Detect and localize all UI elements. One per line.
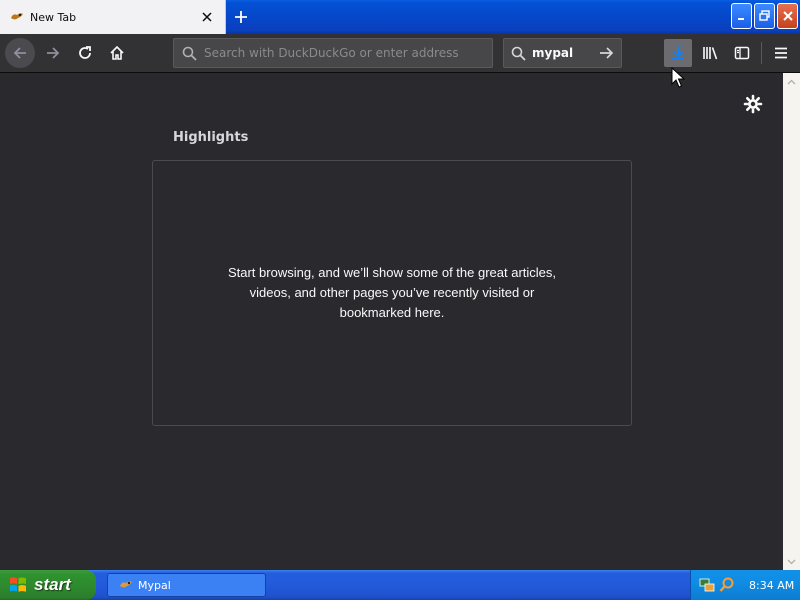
taskbar-item-mypal[interactable]: Mypal	[107, 573, 266, 597]
window-close-button[interactable]	[777, 3, 798, 29]
tab-new-tab[interactable]: New Tab	[0, 0, 226, 34]
vertical-scrollbar[interactable]	[783, 73, 800, 570]
new-tab-page: Highlights Start browsing, and we’ll sho…	[0, 73, 783, 570]
toolbar-separator	[761, 42, 762, 64]
downloads-button[interactable]	[664, 39, 692, 67]
clock[interactable]: 8:34 AM	[749, 579, 794, 592]
reload-button[interactable]	[70, 38, 100, 68]
search-icon	[174, 46, 204, 61]
download-icon	[672, 46, 684, 60]
back-button[interactable]	[5, 38, 35, 68]
tab-title: New Tab	[30, 10, 77, 24]
forward-button[interactable]	[38, 38, 68, 68]
address-bar[interactable]	[173, 38, 493, 68]
new-tab-button[interactable]	[228, 4, 254, 30]
search-bar[interactable]: mypal	[503, 38, 622, 68]
menu-button[interactable]	[767, 39, 795, 67]
gear-icon[interactable]	[743, 94, 763, 114]
back-arrow-icon	[13, 47, 26, 59]
scroll-up-button[interactable]	[783, 73, 800, 90]
minimize-icon	[737, 18, 744, 20]
section-title-highlights: Highlights	[173, 130, 249, 145]
sidebar-icon	[734, 46, 750, 60]
home-button[interactable]	[102, 38, 132, 68]
forward-arrow-icon	[47, 47, 60, 59]
sidebar-button[interactable]	[728, 39, 756, 67]
close-icon	[782, 11, 793, 21]
restore-icon	[758, 10, 770, 21]
search-tray-icon[interactable]	[719, 577, 735, 593]
mypal-favicon-icon	[8, 8, 26, 26]
start-label: start	[34, 575, 71, 594]
tab-strip: New Tab	[0, 0, 800, 34]
search-icon	[504, 46, 532, 61]
library-icon	[703, 47, 718, 60]
mouse-cursor-icon	[671, 67, 685, 88]
windows-logo-icon	[10, 577, 26, 592]
chevron-down-icon	[787, 559, 796, 564]
highlights-empty-state: Start browsing, and we’ll show some of t…	[152, 160, 632, 426]
plus-icon	[235, 11, 247, 23]
minimize-button[interactable]	[731, 3, 752, 29]
start-button[interactable]: start	[0, 570, 96, 600]
library-button[interactable]	[697, 39, 725, 67]
restore-button[interactable]	[754, 3, 775, 29]
mypal-icon	[118, 577, 134, 593]
close-icon[interactable]	[195, 5, 219, 29]
arrow-right-icon	[600, 47, 614, 59]
address-input[interactable]	[204, 46, 492, 60]
empty-state-message: Start browsing, and we’ll show some of t…	[227, 265, 557, 320]
search-go-button[interactable]	[591, 45, 621, 61]
chevron-up-icon	[787, 79, 796, 84]
search-input[interactable]: mypal	[532, 46, 591, 60]
home-icon	[110, 45, 124, 60]
hamburger-menu-icon	[775, 47, 787, 59]
taskbar-item-label: Mypal	[138, 578, 171, 592]
network-icon[interactable]	[699, 577, 715, 593]
reload-icon	[79, 46, 91, 59]
system-tray: 8:34 AM	[690, 570, 800, 600]
scroll-down-button[interactable]	[783, 553, 800, 570]
taskbar: start Mypal 8:34 AM	[0, 570, 800, 600]
